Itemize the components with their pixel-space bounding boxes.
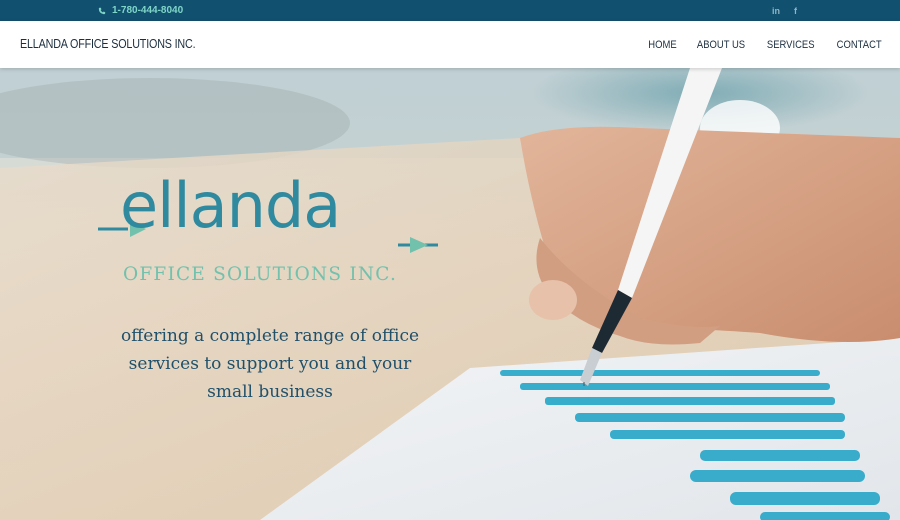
site-title[interactable]: ELLANDA OFFICE SOLUTIONS INC.: [20, 21, 196, 68]
hero-tagline: offering a complete range of office serv…: [120, 326, 420, 402]
logo-wordmark: ellanda: [120, 169, 341, 242]
hero-banner: ellanda OFFICE SOLUTIONS INC. offering a…: [0, 68, 900, 520]
nav-services[interactable]: SERVICES: [767, 39, 815, 51]
social-links: in f: [772, 0, 797, 21]
nav-home[interactable]: HOME: [648, 39, 676, 51]
logo-subtitle: OFFICE SOLUTIONS INC.: [123, 264, 398, 285]
facebook-icon[interactable]: f: [794, 6, 797, 16]
phone-link[interactable]: 1-780-444-8040: [98, 0, 183, 21]
phone-icon: [98, 7, 106, 14]
nav-contact[interactable]: CONTACT: [836, 39, 881, 51]
phone-number: 1-780-444-8040: [112, 5, 184, 16]
main-header: ELLANDA OFFICE SOLUTIONS INC. HOME ABOUT…: [0, 21, 900, 68]
top-bar: 1-780-444-8040 in f: [0, 0, 900, 21]
nav-about-us[interactable]: ABOUT US: [697, 39, 745, 51]
linkedin-icon[interactable]: in: [772, 6, 780, 16]
hero-background-image: [0, 68, 900, 520]
main-nav: HOME ABOUT US SERVICES CONTACT: [646, 21, 885, 68]
